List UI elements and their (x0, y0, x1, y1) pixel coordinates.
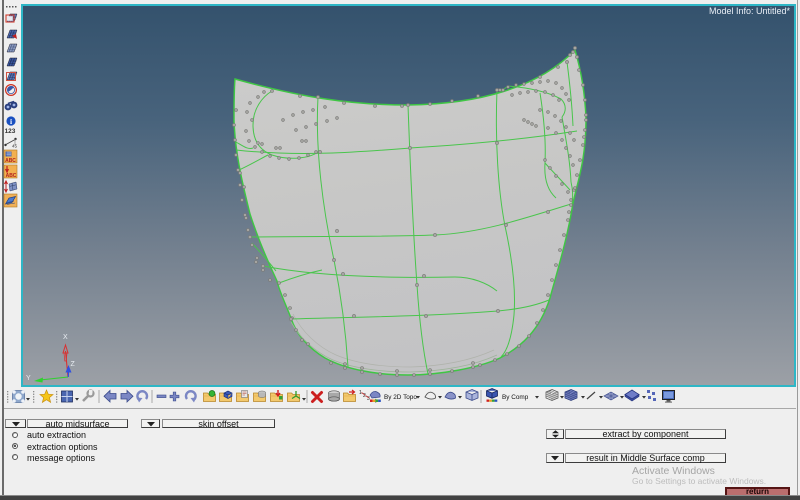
svg-text:By 2D Topo: By 2D Topo (384, 394, 417, 401)
svg-text:X: X (63, 334, 68, 341)
svg-text:Z: Z (71, 361, 76, 368)
svg-text:ABC: ABC (6, 173, 17, 179)
svg-text:ABC: ABC (5, 158, 16, 164)
svg-text:i: i (10, 117, 12, 126)
svg-text:45: 45 (12, 144, 18, 149)
svg-text:123: 123 (5, 128, 16, 135)
svg-text:Y: Y (26, 375, 31, 382)
svg-text:By Comp: By Comp (502, 394, 529, 401)
